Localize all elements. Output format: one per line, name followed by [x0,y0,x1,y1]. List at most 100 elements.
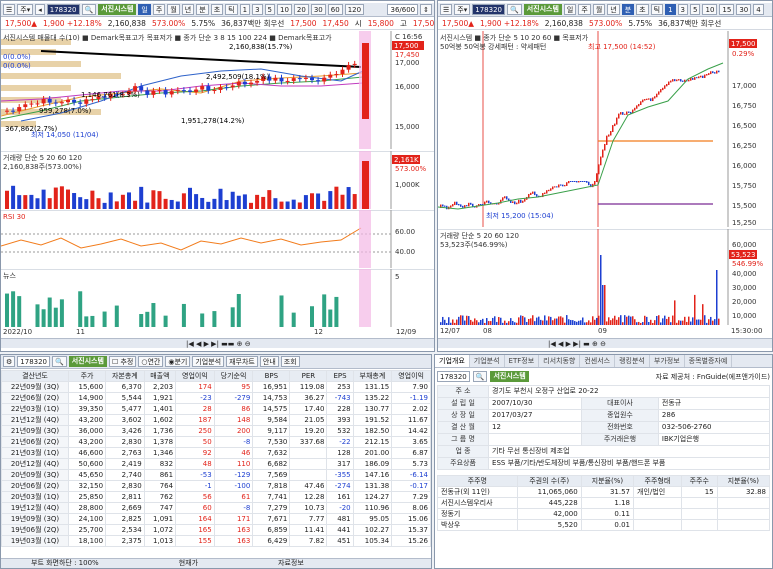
period-minute-button[interactable]: 분 [621,4,635,15]
tab-3[interactable]: 리서치동향 [539,355,581,367]
window-type-dropdown[interactable]: 주▾ [17,4,34,15]
news-chart[interactable]: 뉴스 5 [1,269,434,327]
tab-2[interactable]: ETF정보 [505,355,540,367]
period-tick-button[interactable]: 틱 [650,4,664,15]
table-row[interactable]: 21년03월 (1Q) 46,600 2,763 1,346 92 46 7,632 128 2… [1,447,431,459]
period-month-button[interactable]: 월 [592,4,606,15]
period-month-button[interactable]: 월 [167,4,180,15]
search-icon[interactable]: 🔍 [506,4,522,15]
tab-0[interactable]: 기업개요 [435,355,470,367]
interval-30-button[interactable]: 30 [736,4,752,15]
interval-20-button[interactable]: 20 [293,4,309,15]
column-header[interactable]: 부채총계 [352,370,393,382]
interval-5-button[interactable]: 5 [264,4,275,15]
column-header[interactable]: 당기순익 [213,370,254,382]
menu-icon[interactable]: ☰ [440,4,453,15]
spin-icon[interactable]: ⇕ [420,4,432,15]
table-row[interactable]: 22년09월 (3Q) 15,600 6,370 2,203 174 95 16,951 11… [1,381,431,393]
bar-count-input[interactable]: 36/600 [387,4,419,15]
shareholder-row[interactable]: 전동규(외 11인) 11,065,060 31.57 개인/법인 15 32.88 [437,486,771,498]
column-header[interactable]: 매출액 [143,370,177,382]
column-header[interactable]: 결산년도 [1,370,69,382]
search-icon[interactable]: 🔍 [81,4,97,15]
table-row[interactable]: 22년06월 (2Q) 14,900 5,544 1,921 -23 -279 14,753… [1,392,431,404]
shareholder-row[interactable]: 박상우 5,520 0.01 [437,519,771,531]
prev-icon[interactable]: ◂ [35,4,45,15]
period-year-button[interactable]: 년 [607,4,620,15]
table-row[interactable]: 19년09월 (3Q) 24,100 2,825 1,091 164 171 7,671 7.… [1,513,431,525]
table-row[interactable]: 20년06월 (2Q) 32,150 2,830 764 -1 -100 7,818 47.4… [1,480,431,492]
tab-6[interactable]: 부가정보 [650,355,685,367]
table-row[interactable]: 22년03월 (1Q) 39,350 5,477 1,401 28 86 14,575 17.… [1,403,431,415]
interval-10-button[interactable]: 10 [702,4,718,15]
interval-3-button[interactable]: 3 [252,4,263,15]
column-header[interactable]: EPS [326,370,354,382]
column-header[interactable]: PER [289,370,328,382]
search-icon[interactable]: 🔍 [52,356,67,367]
tab-1[interactable]: 기업분석 [470,355,505,367]
table-row[interactable]: 20년03월 (1Q) 25,850 2,811 762 56 61 7,741 12.28 1… [1,491,431,503]
column-header[interactable]: BPS [252,370,291,382]
stock-code-input[interactable]: 178320 [46,4,80,15]
daily-price-chart[interactable]: 서진시스템 매물대 수(10) ■ Demark목표고가 목표저가 ■ 종가 단… [1,31,434,149]
column-header[interactable]: 주가 [67,370,107,382]
table-row[interactable]: 20년09월 (3Q) 45,650 2,740 861 -53 -129 7,569 -35… [1,469,431,481]
daily-volume-chart[interactable]: 거래량 단순 5 20 60 120 2,160,838주(573.00%) 2… [1,151,434,209]
table-row[interactable]: 21년06월 (2Q) 43,200 2,830 1,378 50 -8 7,530 337.… [1,436,431,448]
rsi-chart[interactable]: RSI 30 60.00 40.00 [1,210,434,268]
quarter-radio[interactable]: ◉분기 [165,356,191,367]
interval-10-button[interactable]: 10 [277,4,292,15]
stock-code-input[interactable]: 178320 [437,371,470,382]
shareholder-row[interactable]: 정동기 42,000 0.11 [437,508,771,520]
minute-price-chart[interactable]: 서진시스템 ■ 종가 단순 5 10 20 60 ■ 목표저가 50억봉 50억… [438,31,772,227]
interval-1-button[interactable]: 1 [665,4,676,15]
column-header[interactable]: 자본총계 [105,370,145,382]
period-week-button[interactable]: 주 [578,4,591,15]
table-row[interactable]: 19년03월 (1Q) 18,100 2,375 1,013 155 163 6,429 7.… [1,535,431,547]
stock-code-input[interactable]: 178320 [472,4,505,15]
search-icon[interactable]: 🔍 [472,371,488,382]
interval-1-button[interactable]: 1 [239,4,251,15]
column-header[interactable]: 영업이익 [175,370,215,382]
table-row[interactable]: 21년12월 (4Q) 43,200 3,602 1,602 187 148 9,584 21… [1,414,431,426]
period-minute-button[interactable]: 분 [196,4,209,15]
financial-chart-button[interactable]: 재무차트 [226,356,258,367]
interval-15-button[interactable]: 15 [719,4,735,15]
interval-120-button[interactable]: 120 [344,4,365,15]
tab-7[interactable]: 종목별증자예 [685,355,733,367]
tab-5[interactable]: 랭킹분석 [615,355,650,367]
stock-code-input[interactable]: 178320 [17,356,51,367]
window-type-dropdown[interactable]: 주▾ [454,4,471,15]
scroll-controls-icon[interactable]: |◀ ◀ ▶ ▶| ▬ ⊕ ⊖ [548,340,606,348]
tab-4[interactable]: 컨센서스 [580,355,616,367]
annual-radio[interactable]: ○연간 [138,356,164,367]
period-year-button[interactable]: 년 [181,4,195,15]
table-row[interactable]: 19년12월 (4Q) 28,800 2,669 747 60 -8 7,279 10.73-… [1,502,431,514]
company-analysis-button[interactable]: 기업분석 [192,356,225,367]
interval-30-button[interactable]: 30 [310,4,326,15]
table-row[interactable]: 20년12월 (4Q) 50,600 2,419 832 48 110 6,682 317 18… [1,458,431,470]
scroll-controls-icon[interactable]: |◀ ◀ ▶ ▶| ▬▬ ⊕ ⊖ [186,340,251,348]
guide-button[interactable]: 안내 [259,356,279,367]
period-tick-button[interactable]: 틱 [225,4,238,15]
minute-volume-chart[interactable]: 거래량 단순 5 20 60 120 53,523주(546.99%) 60,0… [438,229,772,325]
period-week-button[interactable]: 주 [152,4,166,15]
table-row[interactable]: 19년06월 (2Q) 25,700 2,534 1,072 165 163 6,859 11… [1,524,431,536]
settings-icon[interactable]: ⚙ [3,356,16,367]
period-second-button[interactable]: 초 [636,4,649,15]
interval-3-button[interactable]: 3 [677,4,689,15]
menu-icon[interactable]: ☰ [3,4,16,15]
interval-4-button[interactable]: 4 [753,4,764,15]
query-button[interactable]: 조회 [280,356,300,367]
shareholder-row[interactable]: 서진시스템우리사 445,228 1.18 [437,497,771,509]
daily-chart-scrollbar[interactable]: |◀ ◀ ▶ ▶| ▬▬ ⊕ ⊖ [1,338,434,348]
period-day-button[interactable]: 일 [138,4,151,15]
minute-chart-scrollbar[interactable]: |◀ ◀ ▶ ▶| ▬ ⊕ ⊖ [438,338,772,348]
interval-60-button[interactable]: 60 [327,4,343,15]
period-second-button[interactable]: 초 [210,4,224,15]
table-row[interactable]: 21년09월 (3Q) 36,000 3,426 1,736 250 200 9,117 19… [1,425,431,437]
interval-5-button[interactable]: 5 [690,4,701,15]
column-header[interactable]: 영업이익 [391,370,431,382]
period-day-button[interactable]: 일 [563,4,577,15]
estimate-checkbox[interactable]: ☐ 추정 [108,356,137,367]
